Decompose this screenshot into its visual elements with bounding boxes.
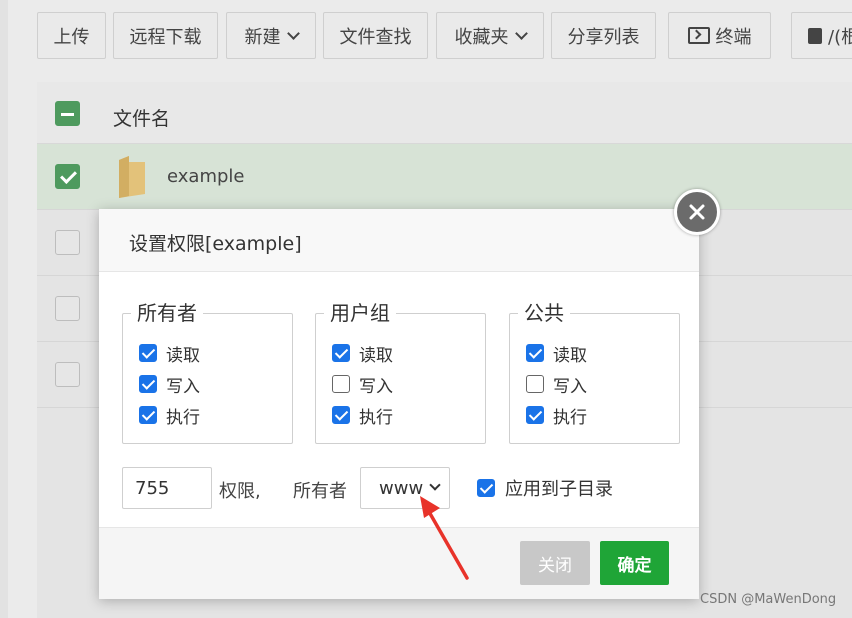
owner-execute-checkbox[interactable] xyxy=(139,406,157,424)
close-icon xyxy=(689,204,705,220)
permission-mode-label: 权限, xyxy=(219,481,261,502)
usergroup-execute-checkbox[interactable] xyxy=(332,406,350,424)
permission-mode-input[interactable] xyxy=(122,467,212,509)
owner-label: 所有者 xyxy=(293,481,347,502)
dialog-title: 设置权限[example] xyxy=(129,233,302,255)
dialog-header: 设置权限[example] xyxy=(99,209,699,272)
public-write-option[interactable]: 写入 xyxy=(526,373,587,397)
public-execute-checkbox[interactable] xyxy=(526,406,544,424)
perm-label: 执行 xyxy=(553,407,587,428)
owner-execute-option[interactable]: 执行 xyxy=(139,404,200,428)
usergroup-write-option[interactable]: 写入 xyxy=(332,373,393,397)
public-execute-option[interactable]: 执行 xyxy=(526,404,587,428)
usergroup-read-checkbox[interactable] xyxy=(332,344,350,362)
apply-to-subdirectories-label: 应用到子目录 xyxy=(505,479,613,500)
usergroup-group-legend: 用户组 xyxy=(324,300,396,326)
owner-select-value: www xyxy=(379,477,424,499)
usergroup-execute-option[interactable]: 执行 xyxy=(332,404,393,428)
dialog-footer: 关闭 确定 xyxy=(99,527,699,599)
owner-read-option[interactable]: 读取 xyxy=(139,342,200,366)
usergroup-permission-group: 用户组 读取 写入 执行 xyxy=(315,300,486,444)
perm-label: 写入 xyxy=(553,376,587,397)
public-write-checkbox[interactable] xyxy=(526,375,544,393)
owner-read-checkbox[interactable] xyxy=(139,344,157,362)
watermark-text: CSDN @MaWenDong xyxy=(700,592,837,607)
public-group-legend: 公共 xyxy=(518,300,570,326)
perm-label: 执行 xyxy=(359,407,393,428)
usergroup-write-checkbox[interactable] xyxy=(332,375,350,393)
owner-group-legend: 所有者 xyxy=(131,300,203,326)
usergroup-read-option[interactable]: 读取 xyxy=(332,342,393,366)
permission-dialog: 设置权限[example] 所有者 读取 写入 执行 用户组 读取 写入 执行 xyxy=(99,209,699,599)
owner-write-checkbox[interactable] xyxy=(139,375,157,393)
chevron-down-icon xyxy=(429,479,441,491)
apply-to-subdirectories-checkbox[interactable] xyxy=(477,479,495,497)
apply-to-subdirectories-option[interactable]: 应用到子目录 xyxy=(477,475,613,501)
perm-label: 写入 xyxy=(166,376,200,397)
owner-write-option[interactable]: 写入 xyxy=(139,373,200,397)
confirm-button[interactable]: 确定 xyxy=(600,541,669,585)
perm-label: 读取 xyxy=(359,345,393,366)
close-button[interactable]: 关闭 xyxy=(520,541,590,585)
public-read-option[interactable]: 读取 xyxy=(526,342,587,366)
owner-select[interactable]: www xyxy=(360,467,450,509)
perm-label: 写入 xyxy=(359,376,393,397)
public-permission-group: 公共 读取 写入 执行 xyxy=(509,300,680,444)
perm-label: 读取 xyxy=(166,345,200,366)
perm-label: 读取 xyxy=(553,345,587,366)
owner-permission-group: 所有者 读取 写入 执行 xyxy=(122,300,293,444)
perm-label: 执行 xyxy=(166,407,200,428)
public-read-checkbox[interactable] xyxy=(526,344,544,362)
dialog-close-button[interactable] xyxy=(674,189,720,235)
